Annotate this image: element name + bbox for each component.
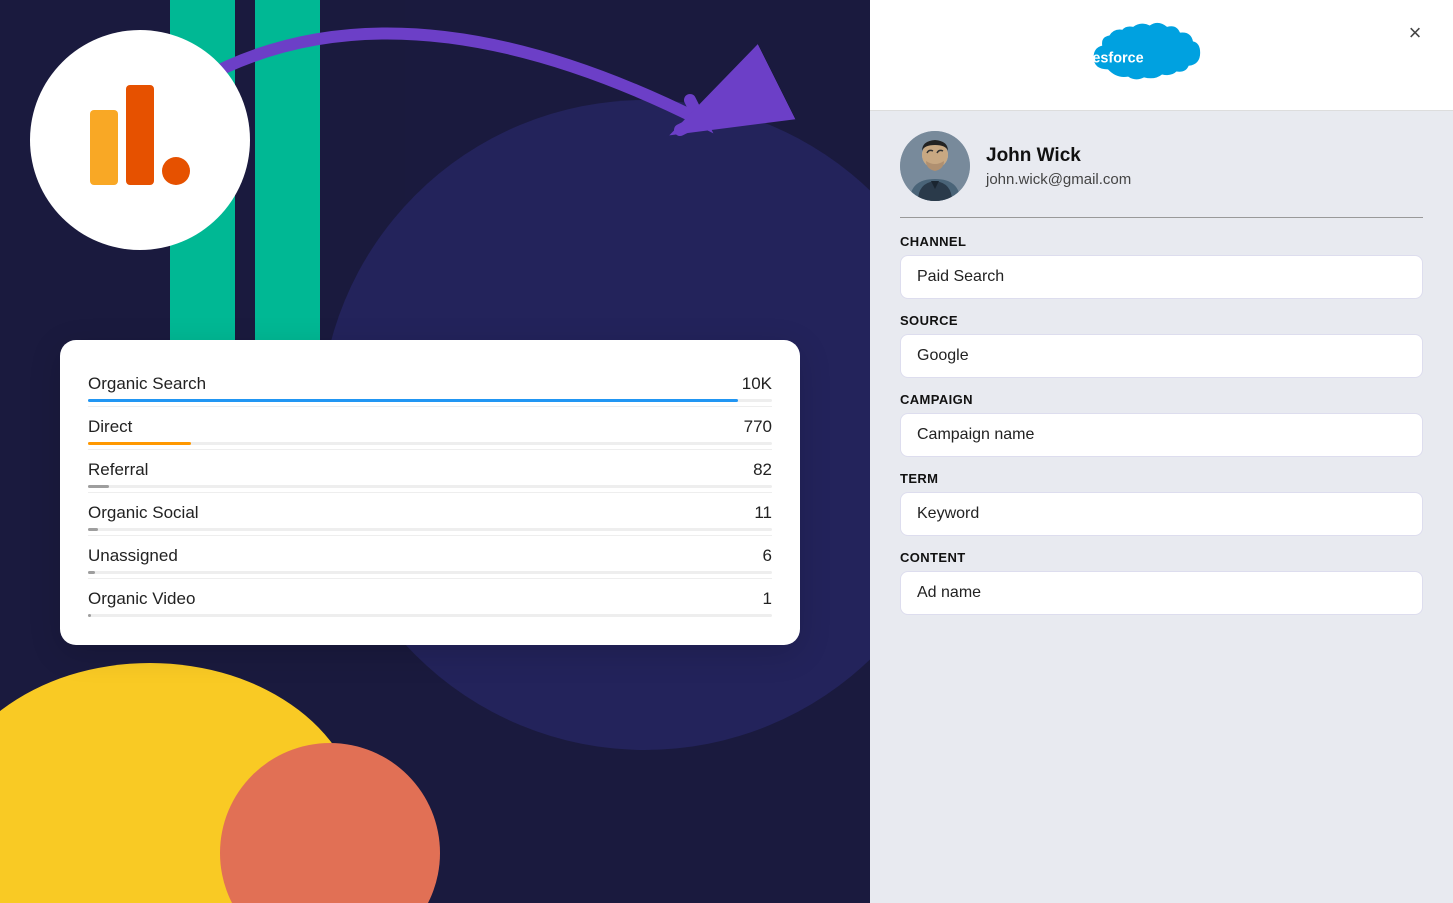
analytics-row: Organic Social 11 <box>88 493 772 536</box>
ga-icon-container <box>30 30 250 250</box>
analytics-label: Organic Social <box>88 503 199 523</box>
salesforce-cloud-icon: salesforce <box>1072 20 1252 90</box>
right-panel: salesforce × <box>870 0 1453 903</box>
analytics-value: 1 <box>763 589 772 609</box>
analytics-label: Organic Search <box>88 374 206 394</box>
ga-bar-tall <box>90 110 118 185</box>
analytics-bar-container <box>88 528 772 531</box>
analytics-row: Direct 770 <box>88 407 772 450</box>
close-button[interactable]: × <box>1397 15 1433 51</box>
analytics-value: 770 <box>744 417 772 437</box>
analytics-bar-container <box>88 399 772 402</box>
user-name: John Wick <box>986 145 1131 167</box>
content-label: CONTENT <box>900 550 1423 565</box>
ga-bar-taller <box>126 85 154 185</box>
analytics-label: Unassigned <box>88 546 178 566</box>
ga-dot <box>162 157 190 185</box>
analytics-row: Organic Search 10K <box>88 364 772 407</box>
analytics-value: 82 <box>753 460 772 480</box>
analytics-label: Direct <box>88 417 132 437</box>
analytics-label: Organic Video <box>88 589 195 609</box>
campaign-value: Campaign name <box>900 413 1423 457</box>
analytics-label: Referral <box>88 460 148 480</box>
channel-label: CHANNEL <box>900 234 1423 249</box>
analytics-bar-fill <box>88 485 109 488</box>
analytics-row: Referral 82 <box>88 450 772 493</box>
analytics-bar-container <box>88 571 772 574</box>
analytics-bar-container <box>88 614 772 617</box>
analytics-bar-fill <box>88 399 738 402</box>
user-avatar <box>900 131 970 201</box>
ga-bars <box>90 85 190 195</box>
salesforce-header: salesforce × <box>870 0 1453 111</box>
term-label: TERM <box>900 471 1423 486</box>
analytics-row: Unassigned 6 <box>88 536 772 579</box>
analytics-bar-fill <box>88 528 98 531</box>
analytics-row: Organic Video 1 <box>88 579 772 621</box>
user-profile-row: John Wick john.wick@gmail.com <box>900 131 1423 218</box>
content-value: Ad name <box>900 571 1423 615</box>
campaign-section: CAMPAIGN Campaign name <box>900 392 1423 457</box>
content-section: CONTENT Ad name <box>900 550 1423 615</box>
analytics-value: 10K <box>742 374 772 394</box>
analytics-bar-fill <box>88 442 191 445</box>
salesforce-logo: salesforce <box>1072 20 1252 90</box>
user-email: john.wick@gmail.com <box>986 171 1131 188</box>
source-value: Google <box>900 334 1423 378</box>
analytics-card: Organic Search 10K Direct 770 <box>60 340 800 645</box>
user-info: John Wick john.wick@gmail.com <box>986 145 1131 188</box>
analytics-bar-fill <box>88 571 95 574</box>
analytics-value: 11 <box>754 503 772 523</box>
panel-content: John Wick john.wick@gmail.com CHANNEL Pa… <box>870 111 1453 903</box>
term-section: TERM Keyword <box>900 471 1423 536</box>
analytics-bar-container <box>88 485 772 488</box>
analytics-value: 6 <box>763 546 772 566</box>
analytics-table: Organic Search 10K Direct 770 <box>88 364 772 621</box>
source-label: SOURCE <box>900 313 1423 328</box>
channel-value: Paid Search <box>900 255 1423 299</box>
svg-text:salesforce: salesforce <box>1072 50 1143 66</box>
analytics-bar-container <box>88 442 772 445</box>
green-stripe-2 <box>255 0 320 380</box>
analytics-bar-fill <box>88 614 91 617</box>
channel-section: CHANNEL Paid Search <box>900 234 1423 299</box>
term-value: Keyword <box>900 492 1423 536</box>
source-section: SOURCE Google <box>900 313 1423 378</box>
campaign-label: CAMPAIGN <box>900 392 1423 407</box>
